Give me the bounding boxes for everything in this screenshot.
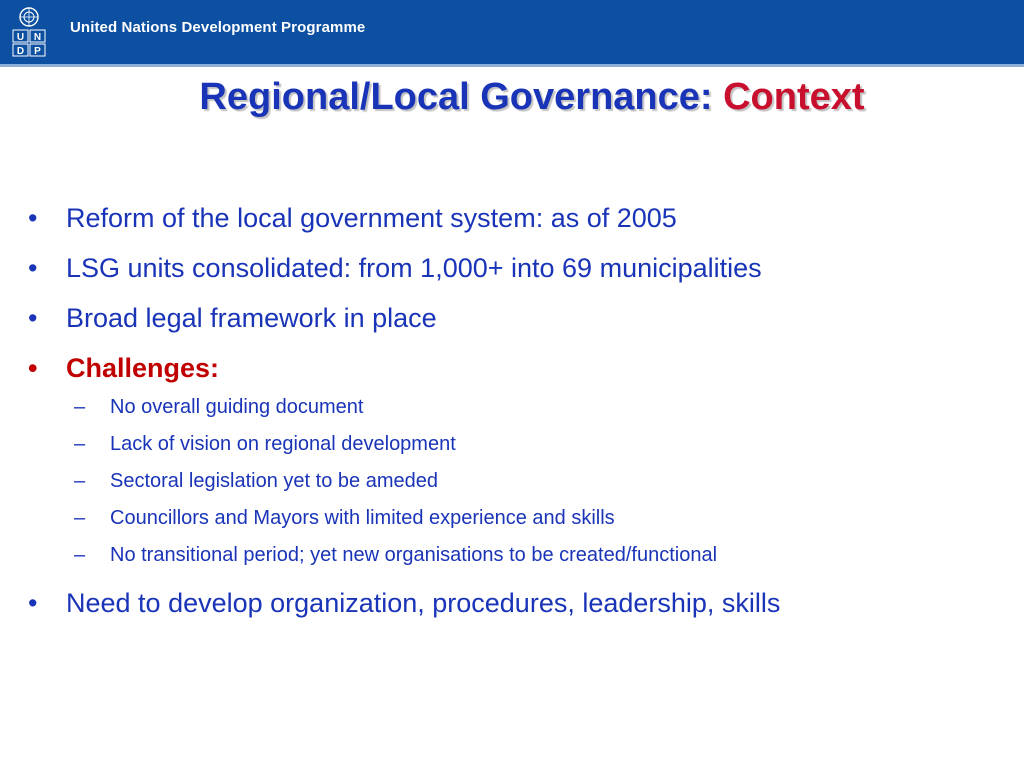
dash-marker: – [74,396,86,418]
logo-letter: U [17,32,24,43]
org-name: United Nations Development Programme [70,19,366,36]
challenges-label: Challenges: [66,353,220,383]
bullet-text: LSG units consolidated: from 1,000+ into… [66,253,762,283]
bullet-text: Reform of the local government system: a… [66,203,677,233]
sub-bullet-text: No transitional period; yet new organisa… [110,544,718,566]
dash-marker: – [74,470,86,492]
undp-logo: U N D P [12,6,46,58]
sub-bullet-item: – Councillors and Mayors with limited exp… [28,505,988,531]
sub-bullet-item: – No transitional period; yet new organis… [28,542,988,568]
slide-body: • Reform of the local government system: … [28,202,988,637]
bullet-text: Need to develop organization, procedures… [66,588,781,618]
bullet-item: • LSG units consolidated: from 1,000+ int… [28,252,988,284]
bullet-marker: • [28,303,38,333]
sub-bullet-item: – No overall guiding document [28,394,988,420]
dash-marker: – [74,507,86,529]
logo-letter: P [34,46,41,57]
bullet-item: • Reform of the local government system: … [28,202,988,234]
sub-bullet-item: – Sectoral legislation yet to be ameded [28,468,988,494]
dash-marker: – [74,544,86,566]
slide-title: Regional/Local Governance: Context [0,76,1024,119]
bullet-item: • Need to develop organization, procedure… [28,587,926,619]
header-bar: U N D P United Nations Development Progr… [0,0,1024,64]
logo-letter: N [34,32,41,43]
un-emblem-icon: U N D P [12,7,46,57]
sub-bullet-item: – Lack of vision on regional development [28,431,988,457]
sub-bullet-text: No overall guiding document [110,396,364,418]
bullet-marker: • [28,253,38,283]
sub-bullet-text: Councillors and Mayors with limited expe… [110,507,615,529]
bullet-marker: • [28,588,38,618]
bullet-item-challenges: • Challenges: [28,352,988,384]
dash-marker: – [74,433,86,455]
logo-letter: D [17,46,24,57]
bullet-marker: • [28,353,38,383]
bullet-text: Broad legal framework in place [66,303,437,333]
bullet-item: • Broad legal framework in place [28,302,988,334]
slide-title-main: Regional/Local Governance: [199,76,724,118]
sub-bullet-text: Lack of vision on regional development [110,433,456,455]
header-divider [0,64,1024,67]
slide-title-accent: Context [723,76,865,118]
bullet-marker: • [28,203,38,233]
sub-bullet-text: Sectoral legislation yet to be ameded [110,470,438,492]
